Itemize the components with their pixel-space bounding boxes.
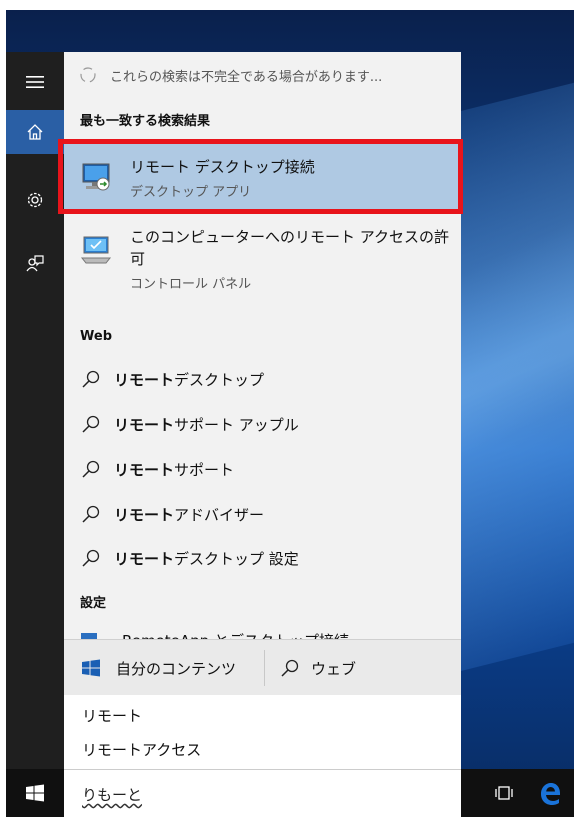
web-suggestion-row[interactable]: リモート デスクトップ 設定	[64, 541, 461, 575]
feedback-icon	[26, 255, 44, 272]
query-suggestion-item[interactable]: リモートアクセス	[82, 739, 201, 760]
taskbar-search-box[interactable]: りもーと	[64, 769, 461, 818]
web-suggestion-rest: サポート	[174, 460, 235, 479]
web-suggestion-rest: アドバイザー	[174, 505, 265, 524]
web-suggestion-bold: リモート	[114, 460, 175, 479]
start-left-rail	[6, 52, 64, 769]
web-suggestion-rest: デスクトップ 設定	[174, 549, 299, 568]
search-icon	[82, 549, 100, 567]
result-remote-access[interactable]: このコンピューターへのリモート アクセスの許 可 コントロール パネル	[64, 220, 461, 308]
hamburger-icon	[26, 76, 44, 88]
web-suggestion-row[interactable]: リモート アドバイザー	[64, 497, 461, 531]
web-suggestion-bold: リモート	[114, 505, 175, 524]
start-button[interactable]	[6, 769, 64, 817]
feedback-button[interactable]	[6, 242, 64, 286]
query-suggestions: リモート リモートアクセス	[64, 695, 461, 769]
web-suggestion-bold: リモート	[114, 549, 175, 568]
task-view-icon	[495, 786, 513, 800]
windows-logo-icon	[82, 659, 100, 677]
web-suggestion-rest: サポート アップル	[174, 415, 299, 434]
result-remote-access-subtitle: コントロール パネル	[130, 277, 252, 292]
web-suggestion-row[interactable]: リモート サポート	[64, 452, 461, 486]
settings-button[interactable]	[6, 178, 64, 222]
home-button[interactable]	[6, 110, 64, 154]
hamburger-button[interactable]	[6, 60, 64, 104]
result-remote-access-title-line1: このコンピューターへのリモート アクセスの許	[130, 228, 450, 246]
web-scope-button[interactable]: ウェブ	[265, 640, 461, 696]
search-icon	[82, 415, 100, 433]
web-suggestion-bold: リモート	[114, 415, 175, 434]
task-view-button[interactable]	[484, 769, 524, 817]
search-icon	[82, 370, 100, 388]
result-remote-access-title-line2: 可	[130, 250, 146, 268]
web-scope-label: ウェブ	[311, 659, 357, 678]
web-suggestion-bold: リモート	[114, 370, 175, 389]
windows-logo-icon	[26, 784, 44, 802]
highlight-box	[58, 139, 463, 214]
screenshot-top-margin	[0, 0, 574, 10]
edge-button[interactable]	[528, 769, 572, 817]
home-icon	[27, 124, 43, 140]
system-control-panel-icon	[80, 236, 112, 264]
web-suggestion-row[interactable]: リモート デスクトップ	[64, 362, 461, 396]
web-suggestion-rest: デスクトップ	[174, 370, 265, 389]
loading-spinner-icon	[80, 67, 96, 83]
web-section-header: Web	[80, 329, 112, 344]
best-match-header: 最も一致する検索結果	[80, 114, 211, 129]
query-suggestion-item[interactable]: リモート	[82, 705, 142, 726]
web-suggestion-row[interactable]: リモート サポート アップル	[64, 407, 461, 441]
search-icon	[82, 505, 100, 523]
edge-icon	[541, 783, 560, 805]
my-content-button[interactable]: 自分のコンテンツ	[64, 640, 264, 696]
search-scope-bar: 自分のコンテンツ ウェブ	[64, 639, 461, 696]
settings-section-header: 設定	[80, 596, 107, 611]
gear-icon	[27, 192, 43, 208]
my-content-label: 自分のコンテンツ	[116, 659, 237, 678]
search-input[interactable]: りもーと	[82, 784, 142, 805]
notice-text: これらの検索は不完全である場合があります...	[110, 69, 383, 85]
search-icon	[82, 460, 100, 478]
search-icon	[281, 659, 299, 677]
incomplete-results-notice: これらの検索は不完全である場合があります...	[64, 52, 461, 98]
